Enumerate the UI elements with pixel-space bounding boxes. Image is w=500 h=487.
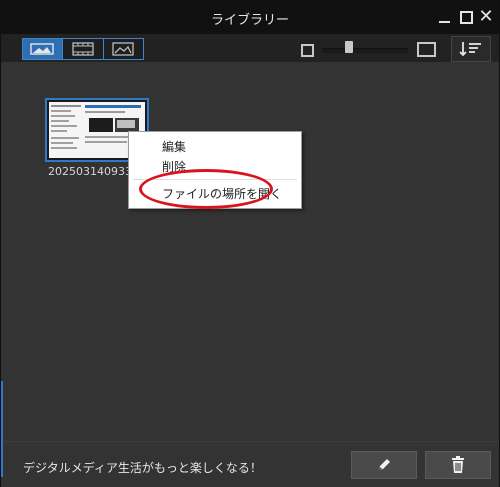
footer-bar: デジタルメディア生活がもっと楽しくなる！ <box>1 441 499 487</box>
close-button[interactable]: ✕ <box>478 8 494 26</box>
sort-button[interactable] <box>451 36 491 62</box>
footer-tagline: デジタルメディア生活がもっと楽しくなる！ <box>23 461 262 475</box>
view-filmstrip-button[interactable] <box>63 39 104 59</box>
library-window: ライブラリー ✕ 20250314093302 編集 削除 ファイルの場所を開く… <box>0 0 500 487</box>
toolbar <box>1 34 499 62</box>
title-bar: ライブラリー ✕ <box>1 1 499 34</box>
view-landscape-button[interactable] <box>104 39 143 59</box>
window-title: ライブラリー <box>210 13 289 28</box>
delete-button[interactable] <box>425 451 491 479</box>
zoom-in-icon[interactable] <box>417 42 436 57</box>
red-highlight-ellipse <box>139 169 273 209</box>
minimize-button[interactable] <box>437 9 453 25</box>
left-edge-accent <box>1 381 3 477</box>
view-mode-switcher <box>22 38 144 60</box>
pencil-icon <box>379 459 390 470</box>
thumbnail-size-slider[interactable] <box>322 48 408 53</box>
edit-button[interactable] <box>351 451 417 479</box>
filmstrip-icon <box>72 42 94 56</box>
maximize-button[interactable] <box>458 9 474 25</box>
slider-thumb[interactable] <box>345 41 354 53</box>
photo-thumbnail-icon <box>29 43 54 55</box>
trash-icon <box>452 456 464 473</box>
zoom-out-icon[interactable] <box>301 44 314 57</box>
menu-item-edit[interactable]: 編集 <box>162 138 186 155</box>
sort-icon <box>459 42 481 57</box>
view-photo-button[interactable] <box>23 39 64 59</box>
landscape-icon <box>112 42 134 56</box>
library-content: 20250314093302 <box>1 62 499 440</box>
